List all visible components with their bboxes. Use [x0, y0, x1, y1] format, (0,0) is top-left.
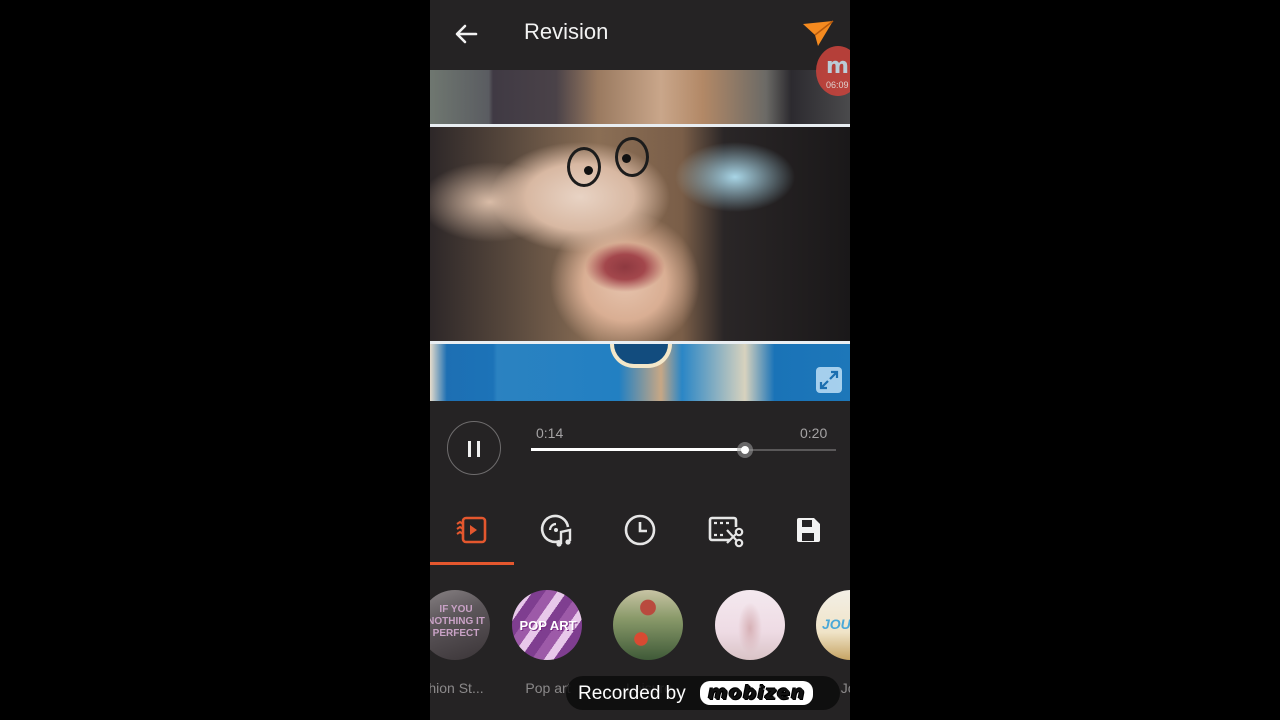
theme-item[interactable]: Me... — [715, 590, 787, 696]
video-preview[interactable] — [430, 70, 850, 401]
theme-thumbnail: POP ART — [512, 590, 582, 660]
paper-plane-icon — [803, 20, 834, 46]
theme-item[interactable]: JOU Jou — [816, 590, 850, 696]
theme-label: hion St... — [430, 680, 484, 696]
fullscreen-button[interactable] — [816, 367, 842, 393]
theme-thumbnail-text: POP ART — [519, 618, 577, 633]
tab-duration[interactable] — [598, 500, 682, 562]
editor-tabs — [430, 500, 850, 566]
theme-thumbnail — [715, 590, 785, 660]
page-title: Revision — [524, 19, 609, 44]
pause-button[interactable] — [447, 421, 501, 475]
recorder-brand-logo: mobizen — [700, 681, 814, 705]
music-disc-icon — [540, 514, 572, 547]
clock-icon — [624, 514, 656, 546]
tab-save[interactable] — [766, 500, 850, 562]
drawn-eye — [615, 137, 649, 177]
theme-item[interactable]: Leisure — [613, 590, 685, 696]
video-theme-icon — [456, 516, 487, 544]
theme-thumbnail — [613, 590, 683, 660]
app-bar: Revision — [430, 0, 850, 68]
recorded-by-text: Recorded by — [578, 683, 686, 704]
recording-timer: 06:09 — [826, 80, 849, 90]
theme-thumbnail: IF YOU NOTHING IT PERFECT — [430, 590, 490, 660]
total-time: 0:20 — [800, 425, 828, 441]
theme-thumbnail-text: JOU — [822, 616, 850, 632]
arrow-left-icon — [455, 24, 478, 44]
recorder-watermark: Recorded by mobizen — [566, 676, 840, 710]
active-tab-indicator — [430, 562, 514, 565]
theme-thumbnail-text: IF YOU NOTHING IT PERFECT — [430, 604, 485, 639]
current-time: 0:14 — [536, 425, 564, 441]
expand-icon — [819, 370, 839, 390]
theme-thumbnail: JOU — [816, 590, 850, 660]
seek-bar-handle[interactable] — [736, 442, 753, 458]
video-strip-middle — [430, 127, 850, 341]
floppy-disk-icon — [797, 518, 820, 542]
seek-bar-progress — [531, 448, 745, 451]
drawn-eye — [567, 147, 601, 187]
film-scissors-icon — [708, 516, 744, 548]
seek-bar[interactable] — [531, 442, 836, 458]
recording-badge-logo: m — [826, 54, 849, 79]
back-button[interactable] — [450, 18, 482, 50]
share-button[interactable] — [800, 18, 836, 50]
tab-theme[interactable] — [430, 500, 514, 562]
tab-music[interactable] — [514, 500, 598, 562]
theme-item[interactable]: IF YOU NOTHING IT PERFECT hion St... — [430, 590, 492, 696]
video-strip-top — [430, 70, 850, 124]
theme-item[interactable]: POP ART Pop art — [512, 590, 584, 696]
tab-edit-clip[interactable] — [682, 500, 766, 562]
phone-screen: Revision m 06:09 0:14 0:20 IF YOU NOTHIN… — [430, 0, 850, 720]
